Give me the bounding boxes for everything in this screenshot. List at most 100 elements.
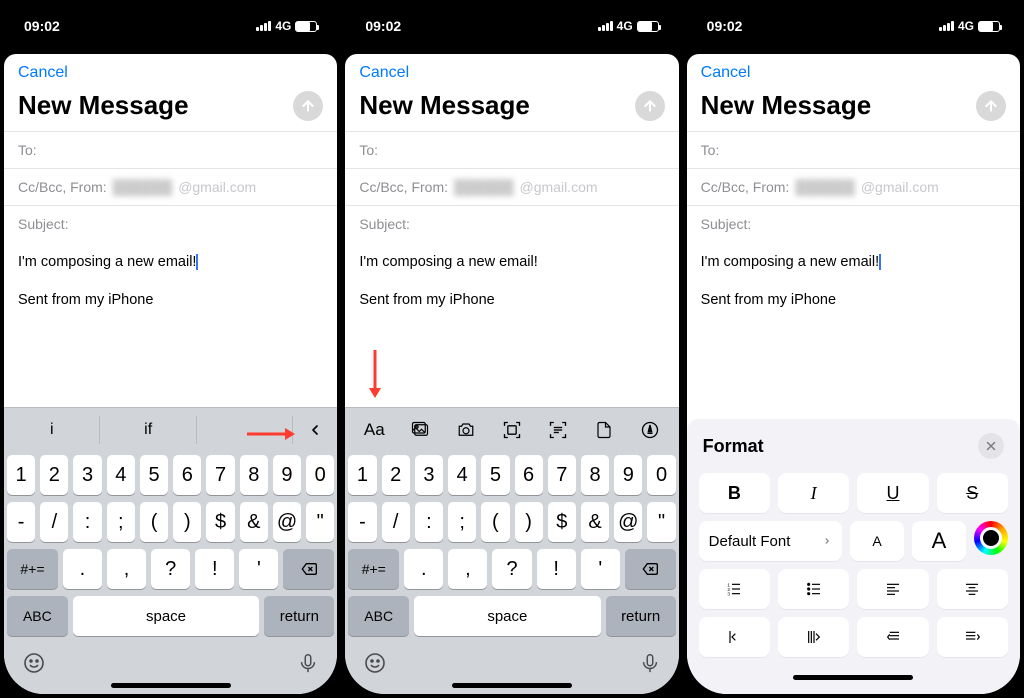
align-left-button[interactable]: [857, 569, 928, 609]
key[interactable]: ,: [107, 549, 146, 589]
key-return[interactable]: return: [606, 596, 676, 636]
suggestion-1[interactable]: i: [4, 416, 100, 444]
bold-button[interactable]: B: [699, 473, 770, 513]
key[interactable]: ;: [448, 502, 476, 542]
subject-field[interactable]: Subject:: [345, 205, 678, 242]
send-button[interactable]: [976, 91, 1006, 121]
key[interactable]: 0: [647, 455, 675, 495]
quote-ltr-button[interactable]: [857, 617, 928, 657]
outdent-button[interactable]: [699, 617, 770, 657]
align-center-button[interactable]: [937, 569, 1008, 609]
key[interactable]: 5: [140, 455, 168, 495]
key[interactable]: ): [173, 502, 201, 542]
italic-button[interactable]: I: [778, 473, 849, 513]
font-smaller-button[interactable]: A: [850, 521, 904, 561]
bullet-list-button[interactable]: [778, 569, 849, 609]
strike-button[interactable]: S: [937, 473, 1008, 513]
key-abc[interactable]: ABC: [348, 596, 409, 636]
key[interactable]: 9: [614, 455, 642, 495]
scan-text-button[interactable]: [539, 420, 577, 440]
subject-field[interactable]: Subject:: [4, 205, 337, 242]
markup-button[interactable]: [631, 420, 669, 440]
key[interactable]: 3: [73, 455, 101, 495]
key[interactable]: 9: [273, 455, 301, 495]
key-symbols[interactable]: #+=: [7, 549, 58, 589]
emoji-button[interactable]: [363, 651, 387, 675]
key-return[interactable]: return: [264, 596, 334, 636]
key[interactable]: 3: [415, 455, 443, 495]
key[interactable]: $: [548, 502, 576, 542]
cancel-button[interactable]: Cancel: [18, 64, 68, 82]
attach-file-button[interactable]: [585, 419, 623, 441]
key[interactable]: 1: [348, 455, 376, 495]
subject-field[interactable]: Subject:: [687, 205, 1020, 242]
key[interactable]: :: [73, 502, 101, 542]
compose-body[interactable]: I'm composing a new email! Sent from my …: [4, 242, 337, 407]
key-space[interactable]: space: [414, 596, 601, 636]
key[interactable]: 4: [448, 455, 476, 495]
cancel-button[interactable]: Cancel: [701, 64, 751, 82]
key-backspace[interactable]: [283, 549, 334, 589]
key[interactable]: 5: [481, 455, 509, 495]
emoji-button[interactable]: [22, 651, 46, 675]
ccbcc-field[interactable]: Cc/Bcc, From:██████@gmail.com: [345, 168, 678, 205]
to-field[interactable]: To:: [4, 131, 337, 168]
color-picker-button[interactable]: [974, 521, 1008, 555]
quote-rtl-button[interactable]: [937, 617, 1008, 657]
to-field[interactable]: To:: [345, 131, 678, 168]
to-field[interactable]: To:: [687, 131, 1020, 168]
key-space[interactable]: space: [73, 596, 260, 636]
format-aa-button[interactable]: Aa: [355, 420, 393, 440]
key[interactable]: ': [239, 549, 278, 589]
key[interactable]: &: [240, 502, 268, 542]
dictation-button[interactable]: [297, 651, 319, 675]
send-button[interactable]: [293, 91, 323, 121]
key-symbols[interactable]: #+=: [348, 549, 399, 589]
key[interactable]: 2: [382, 455, 410, 495]
key[interactable]: 7: [548, 455, 576, 495]
numbered-list-button[interactable]: 123: [699, 569, 770, 609]
photos-button[interactable]: [401, 421, 439, 439]
key[interactable]: 7: [206, 455, 234, 495]
key-abc[interactable]: ABC: [7, 596, 68, 636]
camera-button[interactable]: [447, 421, 485, 439]
underline-button[interactable]: U: [857, 473, 928, 513]
compose-body[interactable]: I'm composing a new email! Sent from my …: [345, 242, 678, 407]
key[interactable]: 8: [240, 455, 268, 495]
key[interactable]: ?: [151, 549, 190, 589]
scan-doc-button[interactable]: [493, 420, 531, 440]
key[interactable]: ": [647, 502, 675, 542]
key[interactable]: 6: [173, 455, 201, 495]
ccbcc-field[interactable]: Cc/Bcc, From:██████@gmail.com: [687, 168, 1020, 205]
key[interactable]: 2: [40, 455, 68, 495]
key[interactable]: .: [63, 549, 102, 589]
key[interactable]: @: [273, 502, 301, 542]
key[interactable]: /: [40, 502, 68, 542]
key[interactable]: /: [382, 502, 410, 542]
key[interactable]: 8: [581, 455, 609, 495]
format-close-button[interactable]: [978, 433, 1004, 459]
key-backspace[interactable]: [625, 549, 676, 589]
key[interactable]: 0: [306, 455, 334, 495]
font-larger-button[interactable]: A: [912, 521, 966, 561]
key[interactable]: @: [614, 502, 642, 542]
key[interactable]: -: [348, 502, 376, 542]
expand-toolbar-button[interactable]: [293, 420, 337, 440]
key[interactable]: (: [140, 502, 168, 542]
key[interactable]: ): [515, 502, 543, 542]
key[interactable]: 6: [515, 455, 543, 495]
key[interactable]: ;: [107, 502, 135, 542]
cancel-button[interactable]: Cancel: [359, 64, 409, 82]
key[interactable]: !: [195, 549, 234, 589]
key[interactable]: :: [415, 502, 443, 542]
send-button[interactable]: [635, 91, 665, 121]
suggestion-2[interactable]: if: [100, 416, 196, 444]
key[interactable]: 4: [107, 455, 135, 495]
key[interactable]: (: [481, 502, 509, 542]
key[interactable]: 1: [7, 455, 35, 495]
key[interactable]: &: [581, 502, 609, 542]
font-picker-button[interactable]: Default Font: [699, 521, 842, 561]
key[interactable]: -: [7, 502, 35, 542]
ccbcc-field[interactable]: Cc/Bcc, From: ██████ @gmail.com: [4, 168, 337, 205]
compose-body[interactable]: I'm composing a new email! Sent from my …: [687, 242, 1020, 419]
